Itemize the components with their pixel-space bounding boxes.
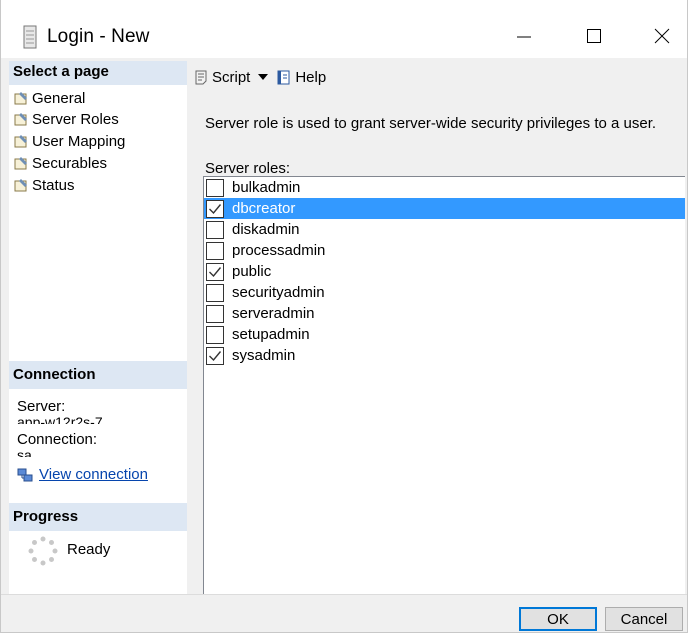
page-item-user-mapping[interactable]: User Mapping bbox=[13, 130, 125, 152]
role-item-processadmin[interactable]: processadmin bbox=[204, 240, 685, 261]
ok-button[interactable]: OK bbox=[519, 607, 597, 631]
close-button[interactable] bbox=[637, 14, 687, 58]
progress-status: Ready bbox=[67, 541, 111, 558]
role-checkbox[interactable] bbox=[206, 241, 224, 260]
page-item-label: Status bbox=[32, 176, 75, 194]
maximize-icon bbox=[587, 29, 601, 43]
role-item-dbcreator[interactable]: dbcreator bbox=[204, 198, 685, 219]
dialog-button-bar: OK Cancel bbox=[1, 594, 687, 632]
wrench-page-icon bbox=[14, 179, 27, 192]
role-checkbox[interactable] bbox=[206, 199, 224, 218]
role-label: sysadmin bbox=[232, 347, 296, 364]
role-item-serveradmin[interactable]: serveradmin bbox=[204, 303, 685, 324]
role-item-bulkadmin[interactable]: bulkadmin bbox=[204, 177, 685, 198]
minimize-icon bbox=[517, 36, 531, 38]
role-item-public[interactable]: public bbox=[204, 261, 685, 282]
login-dialog: Login - New Select a page General Server… bbox=[0, 0, 688, 633]
script-label: Script bbox=[212, 68, 251, 86]
server-role-description: Server role is used to grant server-wide… bbox=[205, 115, 657, 132]
checkmark-icon bbox=[209, 203, 222, 214]
server-label: Server: bbox=[17, 398, 66, 415]
role-checkbox[interactable] bbox=[206, 262, 224, 281]
progress-header: Progress bbox=[9, 503, 187, 531]
minimize-button[interactable] bbox=[499, 14, 549, 58]
role-checkbox[interactable] bbox=[206, 283, 224, 302]
role-item-securityadmin[interactable]: securityadmin bbox=[204, 282, 685, 303]
select-page-header: Select a page bbox=[9, 61, 187, 85]
page-item-label: Server Roles bbox=[32, 110, 119, 128]
page-item-securables[interactable]: Securables bbox=[13, 152, 107, 174]
server-roles-list[interactable]: bulkadmin dbcreator diskadmin processadm… bbox=[203, 176, 685, 622]
page-item-general[interactable]: General bbox=[13, 87, 85, 109]
role-checkbox[interactable] bbox=[206, 178, 224, 197]
role-label: diskadmin bbox=[232, 221, 300, 238]
progress-spinner-icon bbox=[28, 536, 58, 566]
connection-properties-icon bbox=[17, 468, 33, 481]
cancel-button[interactable]: Cancel bbox=[605, 607, 683, 631]
role-checkbox[interactable] bbox=[206, 304, 224, 323]
role-checkbox[interactable] bbox=[206, 325, 224, 344]
script-icon bbox=[195, 70, 207, 85]
help-button[interactable]: Help bbox=[276, 69, 326, 86]
help-label: Help bbox=[295, 68, 327, 86]
chevron-down-icon[interactable] bbox=[258, 74, 269, 80]
window-title: Login - New bbox=[47, 26, 150, 47]
right-pane: Script Help Server role is used to grant… bbox=[189, 61, 687, 622]
close-icon bbox=[654, 28, 670, 44]
view-connection-link[interactable]: View connection bbox=[17, 466, 148, 483]
role-label: public bbox=[232, 263, 272, 280]
document-icon bbox=[23, 25, 37, 49]
role-label: serveradmin bbox=[232, 305, 315, 322]
maximize-button[interactable] bbox=[569, 14, 619, 58]
checkmark-icon bbox=[209, 266, 222, 277]
help-book-icon bbox=[277, 70, 290, 85]
connection-header: Connection bbox=[9, 361, 187, 389]
title-bar[interactable]: Login - New bbox=[1, 0, 687, 58]
wrench-page-icon bbox=[14, 113, 27, 126]
left-pane: Select a page General Server Roles User … bbox=[9, 61, 187, 594]
role-label: securityadmin bbox=[232, 284, 325, 301]
view-connection-text[interactable]: View connection bbox=[39, 466, 148, 483]
page-item-label: General bbox=[32, 89, 86, 107]
role-item-diskadmin[interactable]: diskadmin bbox=[204, 219, 685, 240]
role-item-sysadmin[interactable]: sysadmin bbox=[204, 345, 685, 366]
page-item-label: Securables bbox=[32, 154, 108, 172]
connection-value: sa bbox=[17, 447, 32, 457]
wrench-page-icon bbox=[14, 157, 27, 170]
script-button[interactable]: Script bbox=[193, 68, 269, 86]
role-label: dbcreator bbox=[232, 200, 296, 217]
role-checkbox[interactable] bbox=[206, 346, 224, 365]
server-roles-label: Server roles: bbox=[205, 160, 291, 177]
page-item-server-roles[interactable]: Server Roles bbox=[13, 108, 119, 130]
connection-label: Connection: bbox=[17, 431, 98, 448]
checkmark-icon bbox=[209, 350, 222, 361]
role-label: setupadmin bbox=[232, 326, 310, 343]
wrench-page-icon bbox=[14, 92, 27, 105]
page-item-status[interactable]: Status bbox=[13, 174, 75, 196]
role-item-setupadmin[interactable]: setupadmin bbox=[204, 324, 685, 345]
role-label: processadmin bbox=[232, 242, 326, 259]
wrench-page-icon bbox=[14, 135, 27, 148]
role-label: bulkadmin bbox=[232, 179, 301, 196]
toolbar: Script Help bbox=[193, 66, 334, 88]
page-item-label: User Mapping bbox=[32, 132, 126, 150]
role-checkbox[interactable] bbox=[206, 220, 224, 239]
server-value: app-w12r2s-7 bbox=[17, 414, 103, 424]
